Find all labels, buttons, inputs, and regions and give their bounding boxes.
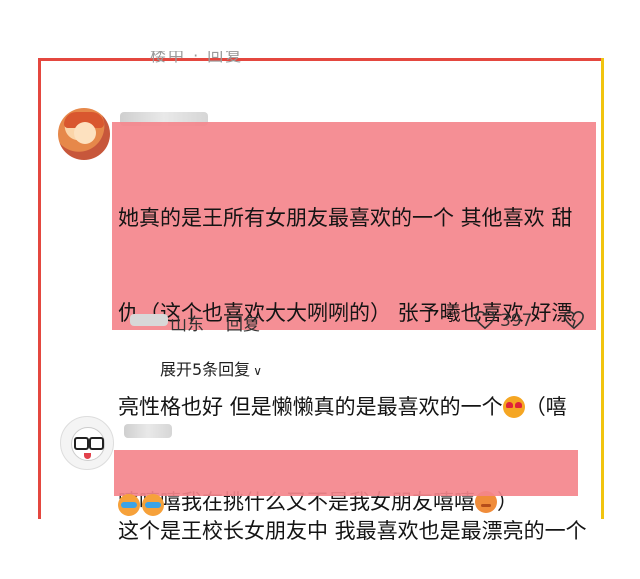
time-blurred — [130, 314, 168, 326]
frame-border-top — [38, 58, 604, 61]
expand-replies-button[interactable]: 展开5条回复 ∨ — [160, 356, 262, 380]
previous-comment-fragment: 楼中 · 回复 — [150, 46, 244, 65]
chevron-down-icon: ∨ — [253, 364, 262, 378]
comment-meta-row: 山东 回复 397 — [130, 308, 590, 336]
comment-text: 这个是王校长女朋友中 我最喜欢也是最漂亮的一个 — [118, 453, 588, 579]
heart-eyes-emoji-icon — [502, 396, 525, 418]
crying-emoji-icon — [142, 494, 164, 516]
reply-button[interactable]: 回复 — [226, 310, 260, 335]
crying-emoji-icon — [118, 494, 140, 516]
dislike-broken-heart-icon[interactable] — [563, 310, 585, 330]
emoji-row — [118, 494, 166, 520]
avatar[interactable] — [60, 416, 114, 470]
username-blurred[interactable] — [124, 424, 172, 438]
expand-replies-label: 展开5条回复 — [160, 360, 251, 379]
avatar[interactable] — [58, 108, 110, 160]
comment-line: 这个是王校长女朋友中 我最喜欢也是最漂亮的一个 — [118, 519, 587, 543]
frame-border-right — [601, 58, 604, 519]
frame-border-left — [38, 58, 41, 519]
like-heart-icon[interactable] — [474, 310, 496, 330]
comment-line: 她真的是王所有女朋友最喜欢的一个 其他喜欢 甜 — [118, 206, 573, 230]
comment-location: 山东 — [170, 315, 204, 335]
comment-line: 亮性格也好 但是懒懒真的是最喜欢的一个 （嘻 — [118, 395, 567, 419]
like-count: 397 — [500, 311, 533, 331]
